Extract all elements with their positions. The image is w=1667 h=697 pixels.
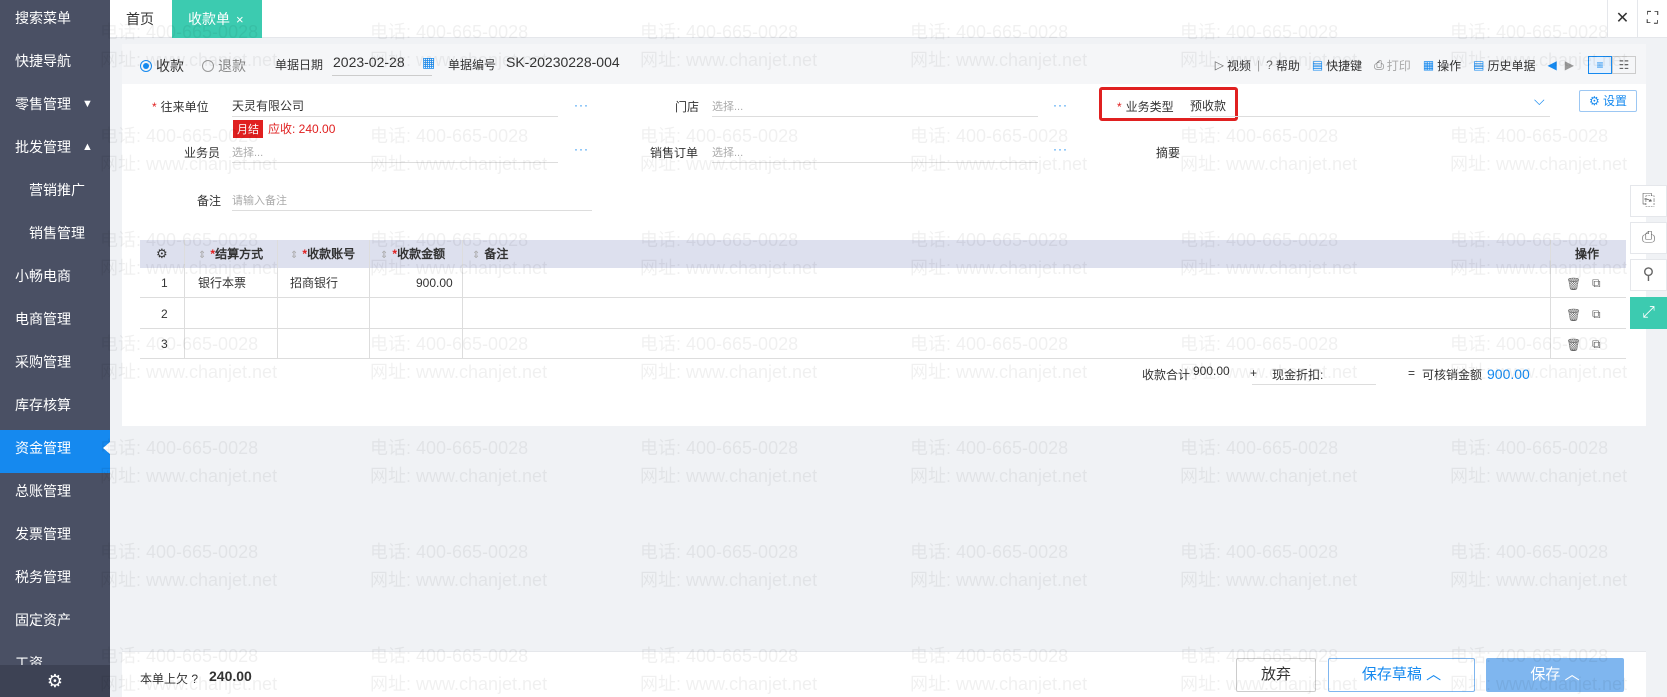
watermark-text: 电话: 400-665-0028 (910, 126, 1069, 146)
watermark-text: 电话: 400-665-0028 (370, 230, 529, 250)
watermark-text: 网址: www.chanjet.net (1450, 362, 1628, 382)
watermark-text: 网址: www.chanjet.net (910, 50, 1088, 70)
watermark-text: 电话: 400-665-0028 (100, 334, 259, 354)
watermark-text: 网址: www.chanjet.net (640, 50, 818, 70)
watermark-text: 电话: 400-665-0028 (910, 542, 1069, 562)
watermark-text: 电话: 400-665-0028 (1450, 438, 1609, 458)
watermark-text: 网址: www.chanjet.net (100, 258, 278, 278)
watermark-text: 网址: www.chanjet.net (370, 466, 548, 486)
watermark-text: 网址: www.chanjet.net (370, 154, 548, 174)
watermark-text: 网址: www.chanjet.net (370, 258, 548, 278)
watermark-text: 网址: www.chanjet.net (1450, 258, 1628, 278)
watermark-text: 网址: www.chanjet.net (1450, 674, 1628, 694)
watermark-text: 网址: www.chanjet.net (910, 154, 1088, 174)
watermark-text: 网址: www.chanjet.net (1450, 154, 1628, 174)
watermark-text: 电话: 400-665-0028 (640, 438, 799, 458)
watermark-text: 电话: 400-665-0028 (1450, 230, 1609, 250)
watermark-text: 网址: www.chanjet.net (370, 362, 548, 382)
watermark-text: 电话: 400-665-0028 (100, 22, 259, 42)
watermark-text: 网址: www.chanjet.net (370, 50, 548, 70)
watermark-text: 电话: 400-665-0028 (370, 334, 529, 354)
watermark-text: 电话: 400-665-0028 (1450, 126, 1609, 146)
watermark-text: 网址: www.chanjet.net (100, 362, 278, 382)
watermark-text: 电话: 400-665-0028 (640, 542, 799, 562)
watermark-text: 电话: 400-665-0028 (640, 334, 799, 354)
watermark-text: 电话: 400-665-0028 (910, 230, 1069, 250)
watermark-text: 电话: 400-665-0028 (1180, 646, 1339, 666)
watermark-text: 电话: 400-665-0028 (910, 22, 1069, 42)
watermark-text: 电话: 400-665-0028 (1180, 22, 1339, 42)
watermark-text: 网址: www.chanjet.net (1180, 50, 1358, 70)
watermark-text: 电话: 400-665-0028 (1450, 22, 1609, 42)
watermark-text: 网址: www.chanjet.net (640, 674, 818, 694)
watermark-text: 电话: 400-665-0028 (1180, 126, 1339, 146)
watermark-text: 网址: www.chanjet.net (910, 362, 1088, 382)
watermark-text: 电话: 400-665-0028 (910, 438, 1069, 458)
watermark-text: 网址: www.chanjet.net (100, 570, 278, 590)
watermark-text: 电话: 400-665-0028 (1450, 334, 1609, 354)
watermark-text: 电话: 400-665-0028 (100, 126, 259, 146)
watermark-text: 电话: 400-665-0028 (1180, 230, 1339, 250)
watermark-text: 电话: 400-665-0028 (1450, 646, 1609, 666)
watermark-text: 网址: www.chanjet.net (910, 674, 1088, 694)
watermark-text: 网址: www.chanjet.net (640, 258, 818, 278)
watermark-text: 网址: www.chanjet.net (1450, 50, 1628, 70)
watermark-text: 网址: www.chanjet.net (1180, 258, 1358, 278)
watermark-text: 网址: www.chanjet.net (1180, 154, 1358, 174)
watermark-text: 电话: 400-665-0028 (370, 126, 529, 146)
watermark-text: 电话: 400-665-0028 (1180, 334, 1339, 354)
watermark-text: 电话: 400-665-0028 (1450, 542, 1609, 562)
watermark-text: 网址: www.chanjet.net (910, 570, 1088, 590)
watermark-text: 电话: 400-665-0028 (100, 438, 259, 458)
watermark-text: 电话: 400-665-0028 (640, 646, 799, 666)
watermark-text: 网址: www.chanjet.net (640, 362, 818, 382)
watermark-text: 网址: www.chanjet.net (100, 674, 278, 694)
watermark-text: 网址: www.chanjet.net (640, 466, 818, 486)
watermark-text: 电话: 400-665-0028 (370, 646, 529, 666)
watermark-text: 电话: 400-665-0028 (370, 22, 529, 42)
watermark-text: 网址: www.chanjet.net (1180, 466, 1358, 486)
watermark-text: 电话: 400-665-0028 (640, 126, 799, 146)
watermark-text: 网址: www.chanjet.net (1180, 362, 1358, 382)
watermark-text: 电话: 400-665-0028 (640, 230, 799, 250)
watermark-text: 电话: 400-665-0028 (640, 22, 799, 42)
watermark-text: 网址: www.chanjet.net (1450, 466, 1628, 486)
watermark-text: 网址: www.chanjet.net (100, 50, 278, 70)
watermark-text: 网址: www.chanjet.net (1180, 570, 1358, 590)
watermark-text: 网址: www.chanjet.net (100, 466, 278, 486)
watermark-text: 电话: 400-665-0028 (1180, 542, 1339, 562)
watermark-text: 电话: 400-665-0028 (910, 334, 1069, 354)
watermark-text: 网址: www.chanjet.net (640, 154, 818, 174)
watermark-text: 电话: 400-665-0028 (100, 542, 259, 562)
watermark-layer: 电话: 400-665-0028 网址: www.chanjet.net 电话: 4… (0, 0, 1667, 697)
watermark-text: 电话: 400-665-0028 (910, 646, 1069, 666)
watermark-text: 电话: 400-665-0028 (100, 230, 259, 250)
watermark-text: 电话: 400-665-0028 (370, 542, 529, 562)
watermark-text: 网址: www.chanjet.net (910, 466, 1088, 486)
watermark-text: 网址: www.chanjet.net (910, 258, 1088, 278)
watermark-text: 网址: www.chanjet.net (1180, 674, 1358, 694)
watermark-text: 网址: www.chanjet.net (370, 570, 548, 590)
watermark-text: 电话: 400-665-0028 (100, 646, 259, 666)
watermark-text: 电话: 400-665-0028 (1180, 438, 1339, 458)
watermark-text: 网址: www.chanjet.net (1450, 570, 1628, 590)
watermark-text: 网址: www.chanjet.net (370, 674, 548, 694)
watermark-text: 网址: www.chanjet.net (100, 154, 278, 174)
watermark-text: 网址: www.chanjet.net (640, 570, 818, 590)
watermark-text: 电话: 400-665-0028 (370, 438, 529, 458)
